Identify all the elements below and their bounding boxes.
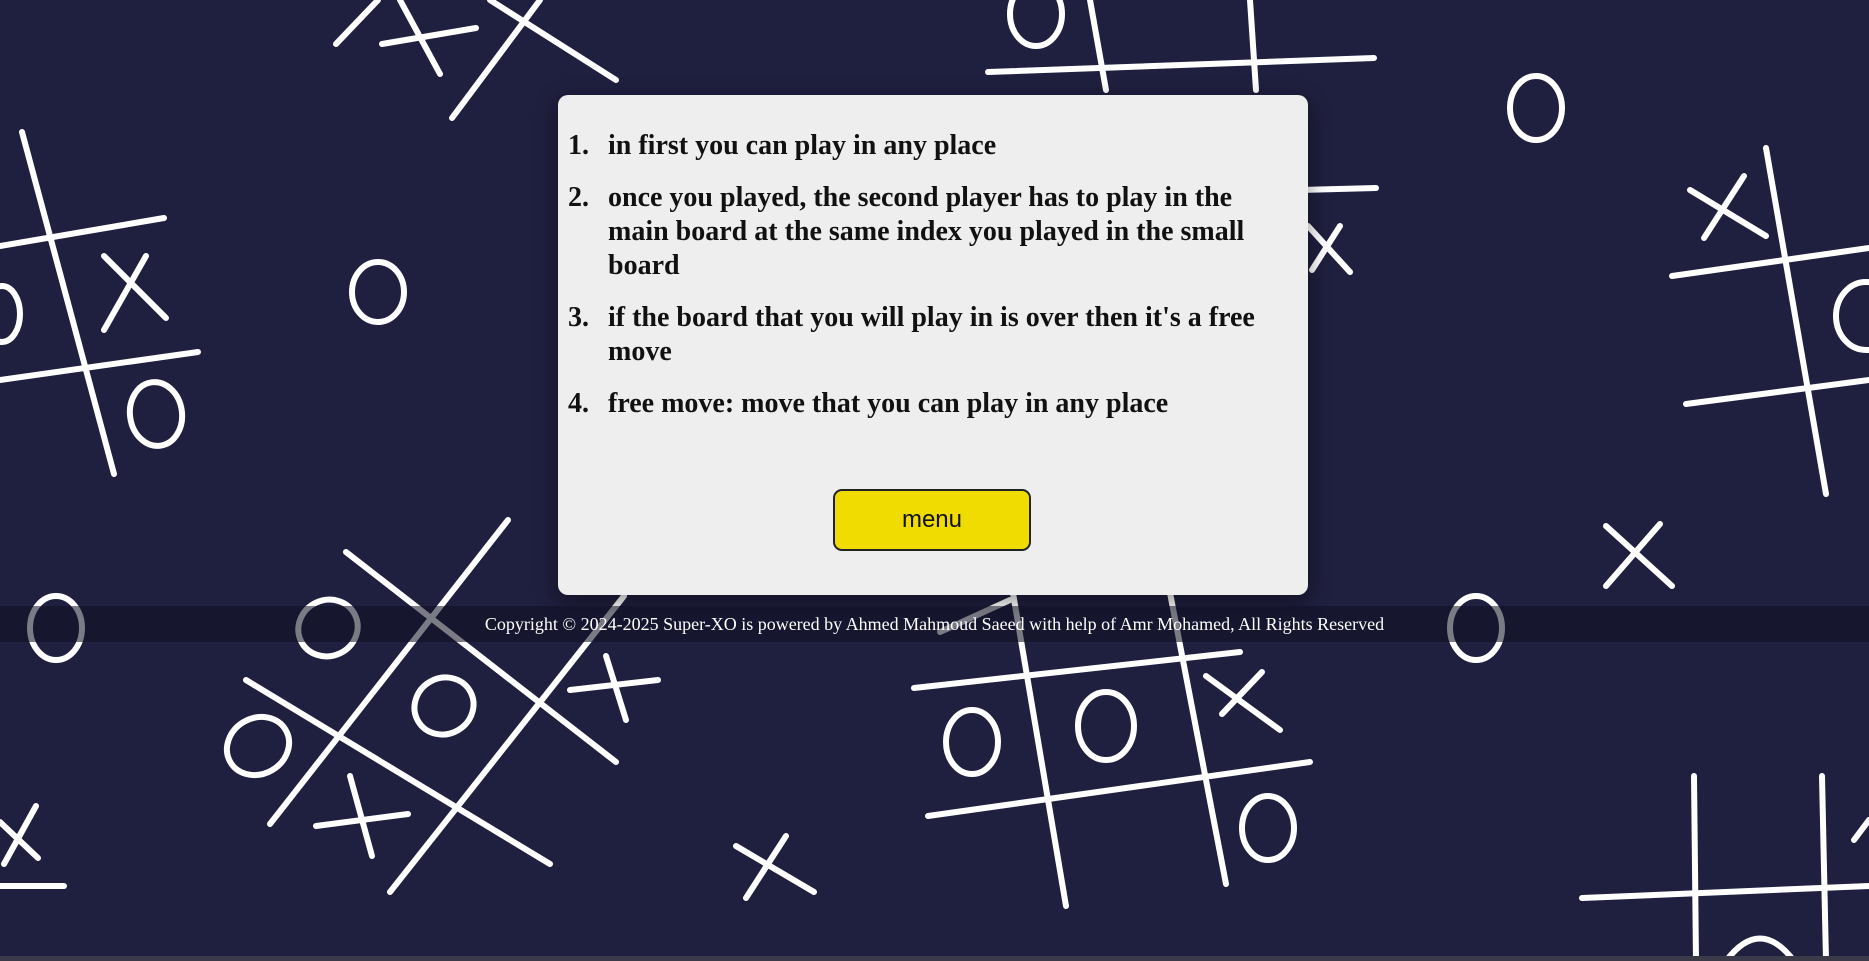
rules-list: in first you can play in any place once …: [568, 129, 1284, 421]
rule-item-4: free move: move that you can play in any…: [568, 387, 1169, 421]
bottom-edge-strip: [0, 956, 1869, 961]
copyright-text: Copyright © 2024-2025 Super-XO is powere…: [484, 613, 1385, 634]
rule-item-3: if the board that you will play in is ov…: [568, 301, 1255, 367]
rules-panel: in first you can play in any place once …: [558, 95, 1308, 595]
rule-item-1: in first you can play in any place: [568, 129, 997, 163]
menu-button[interactable]: menu: [833, 489, 1031, 551]
rule-item-2: once you played, the second player has t…: [568, 181, 1245, 281]
super-xo-rules-page: in first you can play in any place once …: [0, 0, 1869, 961]
footer-bar: Copyright © 2024-2025 Super-XO is powere…: [0, 606, 1869, 642]
